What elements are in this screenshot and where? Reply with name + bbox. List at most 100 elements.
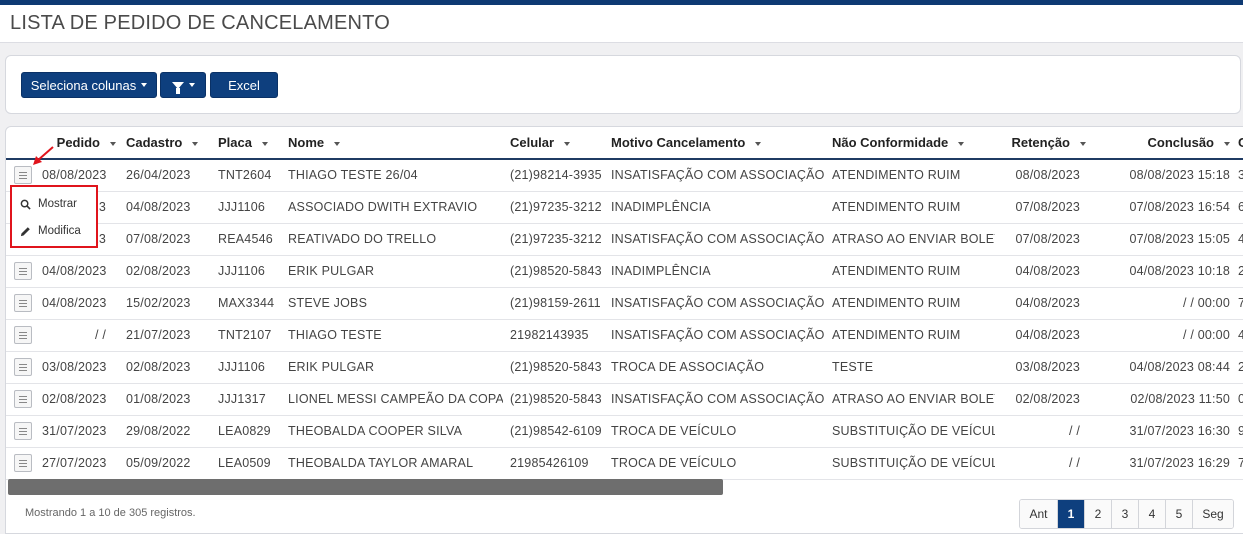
cell-celular: (21)97235-3212 <box>503 191 607 224</box>
cell-cl: 66 <box>1236 191 1243 224</box>
cell-conclusao: 31/07/2023 16:30 <box>1092 415 1236 448</box>
menu-item-show[interactable]: Mostrar <box>20 194 77 214</box>
table-body: 08/08/2023 26/04/2023 TNT2604 THIAGO TESTE … <box>6 159 1243 480</box>
cell-celular: (21)98520-5843 <box>503 351 607 384</box>
pagination-prev[interactable]: Ant <box>1020 500 1058 528</box>
row-actions-cell <box>6 415 42 448</box>
cell-celular: 21982143935 <box>503 319 607 352</box>
cell-cl: 43 <box>1236 319 1243 352</box>
column-header-nao-conformidade[interactable]: Não Conformidade <box>828 127 995 160</box>
row-menu-icon[interactable] <box>14 166 32 185</box>
cell-conclusao: 08/08/2023 15:18 <box>1092 159 1236 192</box>
column-header-cadastro[interactable]: Cadastro <box>120 127 211 160</box>
column-header-nome[interactable]: Nome <box>281 127 503 160</box>
cell-conclusao: 07/08/2023 15:05 <box>1092 223 1236 256</box>
cell-nao-conf: ATENDIMENTO RUIM <box>828 287 995 320</box>
table-row[interactable]: 02/08/2023 01/08/2023 JJJ1317 LIONEL MESSI … <box>6 383 1243 416</box>
table-row[interactable]: 23 04/08/2023 JJJ1106 ASSOCIADO DWITH EXTRA… <box>6 191 1243 224</box>
cell-nome: THIAGO TESTE <box>281 319 503 352</box>
table-row[interactable]: 04/08/2023 02/08/2023 JJJ1106 ERIK PULGAR (2… <box>6 255 1243 288</box>
pagination-page[interactable]: 5 <box>1166 500 1193 528</box>
cell-placa: JJJ1106 <box>211 255 281 288</box>
column-header-cl[interactable]: Cl <box>1236 127 1243 160</box>
cell-conclusao: 31/07/2023 16:29 <box>1092 447 1236 480</box>
cell-cadastro: 04/08/2023 <box>120 191 211 224</box>
search-icon <box>20 199 31 210</box>
row-menu-icon[interactable] <box>14 358 32 376</box>
excel-button[interactable]: Excel <box>210 72 278 98</box>
row-menu-icon[interactable] <box>14 262 32 280</box>
cell-conclusao: 02/08/2023 11:50 <box>1092 383 1236 416</box>
column-header-motivo[interactable]: Motivo Cancelamento <box>607 127 828 160</box>
pagination-page[interactable]: 1 <box>1058 500 1085 528</box>
cell-cl: 24 <box>1236 255 1243 288</box>
cell-nome: REATIVADO DO TRELLO <box>281 223 503 256</box>
cell-nao-conf: ATENDIMENTO RUIM <box>828 191 995 224</box>
table-row[interactable]: 23 07/08/2023 REA4546 REATIVADO DO TRELLO (2… <box>6 223 1243 256</box>
table-row[interactable]: 27/07/2023 05/09/2022 LEA0509 THEOBALDA TAY… <box>6 447 1243 480</box>
filter-button[interactable] <box>160 72 206 98</box>
cell-nome: THEOBALDA TAYLOR AMARAL <box>281 447 503 480</box>
page-header: LISTA DE PEDIDO DE CANCELAMENTO <box>0 5 1243 43</box>
row-menu-icon[interactable] <box>14 294 32 312</box>
cell-placa: JJJ1317 <box>211 383 281 416</box>
menu-item-edit-label: Modifica <box>38 225 81 237</box>
row-menu-icon[interactable] <box>14 454 32 472</box>
cell-motivo: TROCA DE VEÍCULO <box>607 415 828 448</box>
page-title: LISTA DE PEDIDO DE CANCELAMENTO <box>10 12 390 34</box>
cell-retencao: / / <box>995 415 1092 448</box>
row-actions-cell <box>6 319 42 352</box>
row-actions-cell <box>6 255 42 288</box>
cell-motivo: INSATISFAÇÃO COM ASSOCIAÇÃO <box>607 287 828 320</box>
cell-retencao: 04/08/2023 <box>995 287 1092 320</box>
pagination-next[interactable]: Seg <box>1193 500 1233 528</box>
row-menu-icon[interactable] <box>14 422 32 440</box>
cell-celular: (21)98520-5843 <box>503 255 607 288</box>
pagination-page[interactable]: 3 <box>1112 500 1139 528</box>
select-columns-button[interactable]: Seleciona colunas <box>21 72 157 98</box>
cell-nao-conf: ATENDIMENTO RUIM <box>828 159 995 192</box>
cell-motivo: INADIMPLÊNCIA <box>607 255 828 288</box>
cell-nao-conf: SUBSTITUIÇÃO DE VEÍCULO <box>828 447 995 480</box>
toolbar-panel: Seleciona colunas Excel <box>5 55 1241 114</box>
funnel-icon <box>171 81 184 94</box>
cell-placa: LEA0509 <box>211 447 281 480</box>
pagination-page[interactable]: 4 <box>1139 500 1166 528</box>
cell-nome: THEOBALDA COOPER SILVA <box>281 415 503 448</box>
table-row[interactable]: 08/08/2023 26/04/2023 TNT2604 THIAGO TESTE … <box>6 159 1243 192</box>
cell-motivo: INSATISFAÇÃO COM ASSOCIAÇÃO <box>607 223 828 256</box>
cell-retencao: / / <box>995 447 1092 480</box>
column-header-celular[interactable]: Celular <box>503 127 607 160</box>
horizontal-scrollbar[interactable] <box>8 479 723 495</box>
table-row[interactable]: 31/07/2023 29/08/2022 LEA0829 THEOBALDA COO… <box>6 415 1243 448</box>
cell-celular: (21)98214-3935 <box>503 159 607 192</box>
cell-retencao: 02/08/2023 <box>995 383 1092 416</box>
column-header-conclusao[interactable]: Conclusão <box>1092 127 1236 160</box>
cell-placa: JJJ1106 <box>211 191 281 224</box>
column-header-placa[interactable]: Placa <box>211 127 281 160</box>
sort-caret-icon <box>755 141 762 146</box>
cell-motivo: INSATISFAÇÃO COM ASSOCIAÇÃO <box>607 159 828 192</box>
table-row[interactable]: 04/08/2023 15/02/2023 MAX3344 STEVE JOBS (21… <box>6 287 1243 320</box>
row-menu-icon[interactable] <box>14 390 32 408</box>
cell-cl: 24 <box>1236 351 1243 384</box>
sort-caret-icon <box>1224 141 1230 146</box>
pagination-page[interactable]: 2 <box>1085 500 1112 528</box>
cell-conclusao: / / 00:00 <box>1092 287 1236 320</box>
table-row[interactable]: 03/08/2023 02/08/2023 JJJ1106 ERIK PULGAR (2… <box>6 351 1243 384</box>
table-panel: Pedido Cadastro Placa Nome Celular Motiv… <box>5 126 1243 534</box>
cell-cadastro: 02/08/2023 <box>120 255 211 288</box>
cell-placa: TNT2107 <box>211 319 281 352</box>
cell-motivo: INSATISFAÇÃO COM ASSOCIAÇÃO <box>607 383 828 416</box>
cell-placa: REA4546 <box>211 223 281 256</box>
column-header-retencao[interactable]: Retenção <box>995 127 1092 160</box>
cell-celular: (21)97235-3212 <box>503 223 607 256</box>
cell-retencao: 04/08/2023 <box>995 319 1092 352</box>
menu-item-edit[interactable]: Modifica <box>20 221 81 241</box>
cell-pedido: 27/07/2023 <box>42 447 120 480</box>
cell-retencao: 07/08/2023 <box>995 191 1092 224</box>
table-row[interactable]: / /21/07/2023 TNT2107 THIAGO TESTE 21982143… <box>6 319 1243 352</box>
row-menu-icon[interactable] <box>14 326 32 344</box>
sort-caret-icon <box>110 141 116 146</box>
cell-pedido: 04/08/2023 <box>42 287 120 320</box>
